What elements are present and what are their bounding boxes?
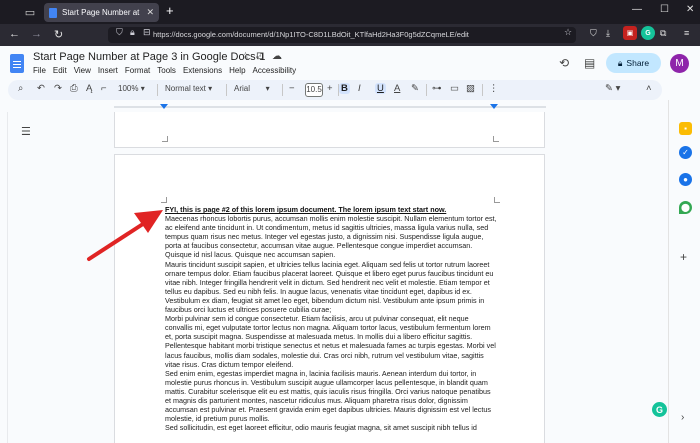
keep-notes-icon[interactable]: ▪: [679, 122, 692, 135]
contacts-icon[interactable]: ●: [679, 173, 692, 186]
arrow-shaft: [87, 220, 148, 261]
hide-side-panel-icon[interactable]: ›: [681, 412, 684, 423]
grammarly-badge-icon[interactable]: G: [652, 402, 667, 417]
maps-icon[interactable]: ⬤: [679, 201, 692, 214]
add-on-plus-icon[interactable]: +: [680, 250, 687, 264]
tasks-icon[interactable]: ✓: [679, 146, 692, 159]
arrow-head: [134, 210, 163, 233]
annotation-arrow: [87, 210, 163, 261]
side-panel: ▪ ✓ ● ⬤ + ›: [668, 100, 700, 443]
